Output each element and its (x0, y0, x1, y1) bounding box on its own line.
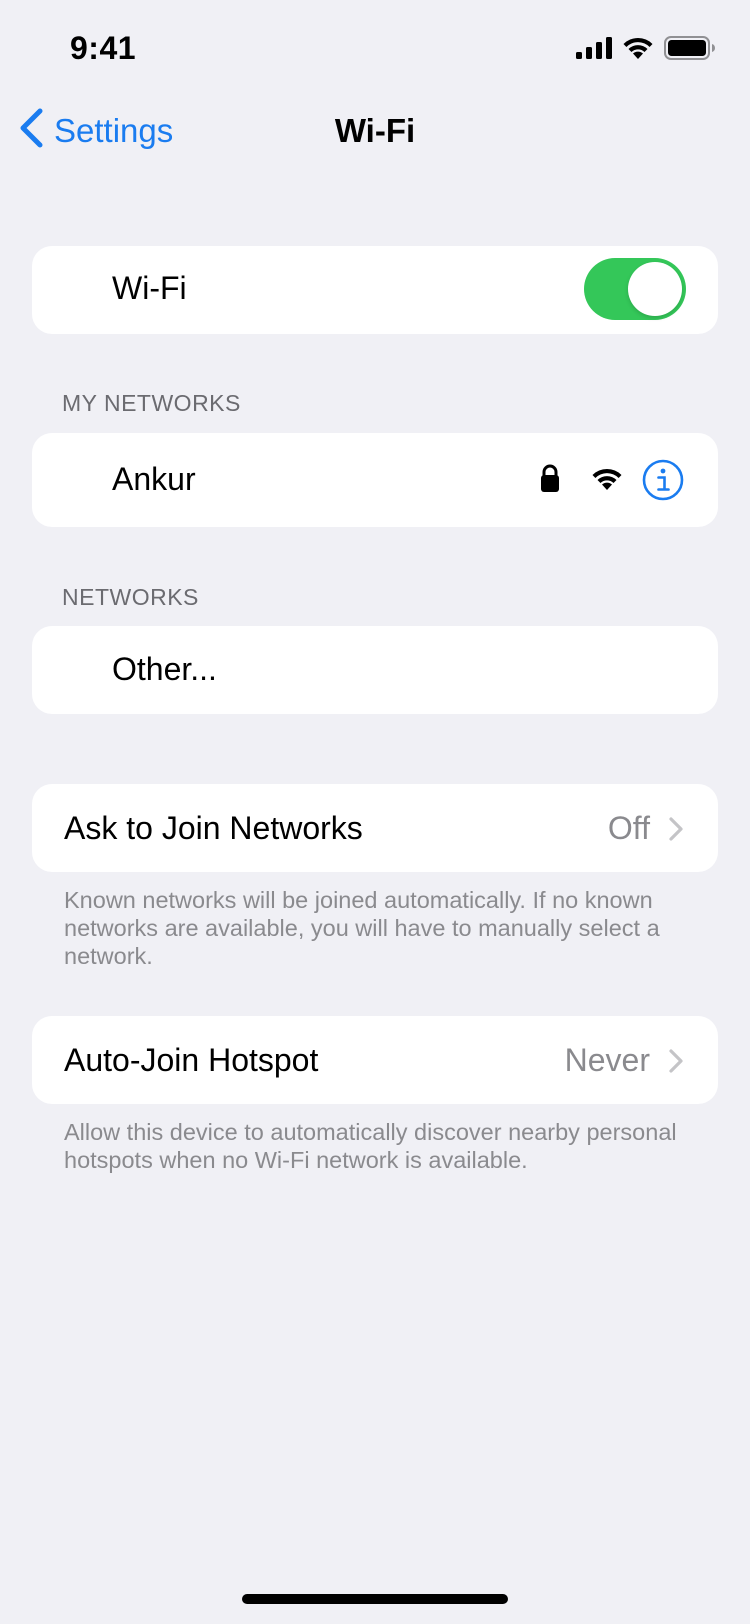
chevron-right-icon (668, 1048, 684, 1079)
auto-join-hotspot-label: Auto-Join Hotspot (64, 1042, 319, 1078)
lock-icon (540, 463, 560, 498)
status-time: 9:41 (70, 30, 137, 66)
navigation-bar: Settings Wi-Fi (0, 100, 750, 164)
wifi-icon (622, 36, 654, 65)
status-icons (576, 36, 716, 65)
page-title: Wi-Fi (334, 112, 416, 149)
wifi-toggle-switch[interactable] (584, 258, 686, 320)
other-network-label: Other... (112, 651, 217, 687)
my-networks-header: MY NETWORKS (62, 390, 241, 416)
cellular-signal-icon (576, 37, 612, 64)
battery-icon (664, 36, 716, 65)
wifi-toggle-label: Wi-Fi (112, 270, 187, 306)
info-icon[interactable] (642, 459, 684, 506)
network-name: Ankur (112, 461, 196, 497)
networks-header: NETWORKS (62, 584, 199, 610)
ask-to-join-row[interactable]: Ask to Join Networks Off (32, 784, 718, 872)
wifi-signal-icon (591, 467, 623, 496)
home-indicator[interactable] (242, 1594, 508, 1604)
other-network-row[interactable]: Other... (32, 626, 718, 714)
auto-join-hotspot-row[interactable]: Auto-Join Hotspot Never (32, 1016, 718, 1104)
network-row-ankur[interactable]: Ankur (32, 433, 718, 527)
ask-to-join-value: Off (607, 810, 650, 846)
chevron-right-icon (668, 816, 684, 847)
auto-join-hotspot-footnote: Allow this device to automatically disco… (64, 1119, 677, 1173)
ask-to-join-label: Ask to Join Networks (64, 810, 363, 846)
status-bar: 9:41 (0, 0, 750, 100)
ask-to-join-footnote: Known networks will be joined automatica… (64, 887, 660, 969)
auto-join-hotspot-value: Never (564, 1042, 650, 1078)
toggle-knob (628, 262, 682, 316)
wifi-toggle-card: Wi-Fi (32, 246, 718, 334)
